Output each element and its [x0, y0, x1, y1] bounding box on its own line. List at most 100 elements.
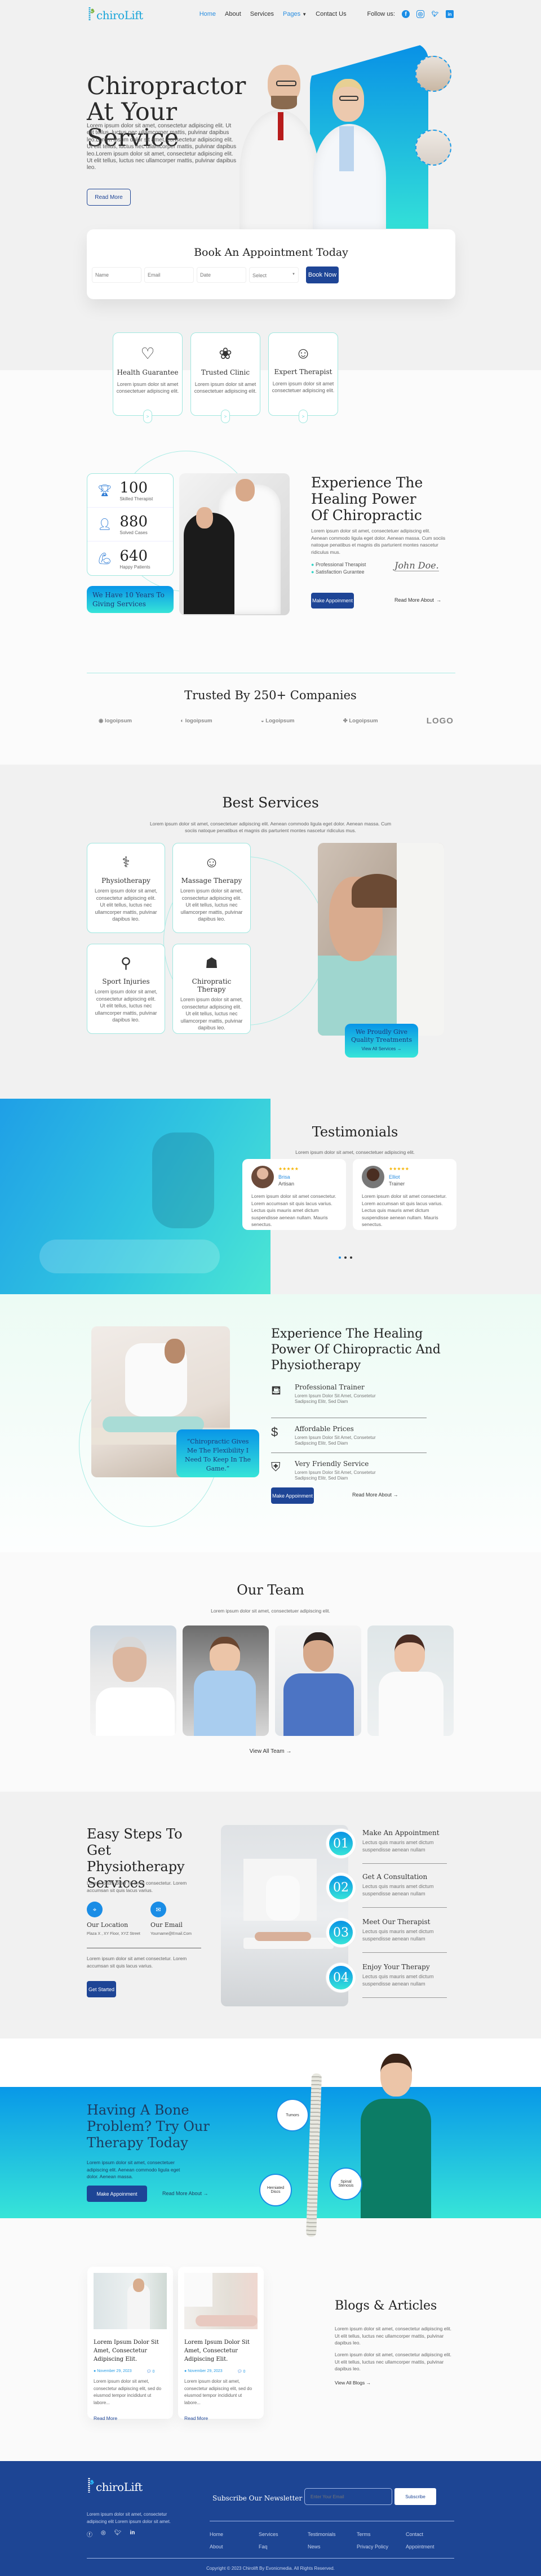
team-member-photo[interactable] — [183, 1625, 269, 1736]
footer-link[interactable]: Privacy Policy — [357, 2544, 406, 2550]
footer-link[interactable]: Terms — [357, 2531, 406, 2537]
divider — [87, 2558, 454, 2559]
money-hand-icon: $ — [271, 1425, 278, 1439]
experience-text: Lorem ipsum dolor sit amet, consectetuer… — [311, 528, 446, 555]
appointment-title: Book An Appointment Today — [194, 246, 348, 259]
reviewer-name: Brisa — [278, 1174, 290, 1180]
reviewer-name: Elliot — [389, 1174, 400, 1180]
nav-services[interactable]: Services — [250, 11, 274, 17]
logo-spine-icon — [88, 2478, 94, 2493]
therapist-team-icon: ☺ — [295, 344, 312, 362]
blog-read-more-link[interactable]: Read More — [94, 2415, 167, 2421]
blog-image — [184, 2273, 258, 2329]
service-select[interactable]: Select ▼ — [249, 267, 299, 283]
service-card[interactable]: ⚕ Physiotherapy Lorem ipsum dolor sit am… — [87, 843, 165, 933]
feature-row: ⛾ Professional Trainer Lorem Ipsum Dolor … — [271, 1383, 427, 1418]
email-input[interactable] — [144, 267, 194, 283]
twitter-icon[interactable]: 🐦︎ — [431, 10, 439, 18]
chevron-down-icon: ▼ — [302, 12, 307, 17]
appointment-form: Book An Appointment Today Select▼ Book N… — [87, 229, 455, 299]
read-more-about-link[interactable]: Read More About → — [352, 1492, 398, 1498]
facebook-icon[interactable]: ⓕ — [87, 2530, 92, 2538]
footer-link[interactable]: Home — [210, 2531, 259, 2537]
service-card[interactable]: ☺ Massage Therapy Lorem ipsum dolor sit … — [172, 843, 251, 933]
blog-cards: Lorem Ipsum Dolor Sit Amet, Consectetur … — [87, 2267, 264, 2421]
facebook-icon[interactable]: f — [402, 10, 410, 18]
get-started-button[interactable]: Get Started — [87, 1981, 116, 1997]
stat-item: 💪︎ 640 Happy Patients — [97, 547, 150, 570]
footer-link[interactable]: Testimonials — [308, 2531, 357, 2537]
footer-link[interactable]: Contact — [406, 2531, 455, 2537]
linkedin-icon[interactable]: in — [130, 2530, 135, 2538]
logo[interactable]: chiroLift — [87, 6, 143, 22]
linkedin-icon[interactable]: in — [446, 10, 454, 18]
footer-link[interactable]: Faq — [259, 2544, 308, 2550]
chiropractic-icon: ☗ — [205, 954, 219, 971]
service-card[interactable]: ⚲ Sport Injuries Lorem ipsum dolor sit a… — [87, 944, 165, 1034]
envelope-icon: ✉ — [150, 1902, 166, 1917]
step-item: 03 Meet Our Therapist Lectus quis mauris … — [326, 1915, 462, 1960]
make-appointment-button[interactable]: Make Appoinment — [87, 2186, 147, 2202]
footer-link[interactable]: Services — [259, 2531, 308, 2537]
blog-title[interactable]: Lorem Ipsum Dolor Sit Amet, Consectetur … — [184, 2338, 258, 2364]
read-more-button[interactable]: Read More — [87, 189, 131, 206]
view-all-services-link[interactable]: View All Services → — [345, 1046, 418, 1051]
services-title: Best Services — [222, 794, 319, 811]
services-subtitle: Lorem ipsum dolor sit amet, consectetuer… — [149, 821, 392, 833]
services-grid: ⚕ Physiotherapy Lorem ipsum dolor sit am… — [87, 843, 251, 1034]
years-badge: We Have 10 Years To Giving Services — [87, 586, 174, 613]
follow-us: Follow us: f ◎ 🐦︎ in — [367, 10, 454, 18]
team-member-photo[interactable] — [90, 1625, 176, 1736]
newsletter-email-input[interactable] — [304, 2488, 392, 2505]
twitter-icon[interactable]: 🐦︎ — [114, 2530, 122, 2538]
logo-spine-icon — [88, 7, 95, 21]
make-appointment-button[interactable]: Make Appoinment — [271, 1487, 314, 1504]
arrow-right-icon: → — [436, 597, 442, 603]
carousel-dot[interactable] — [344, 1256, 347, 1259]
name-input[interactable] — [92, 267, 141, 283]
service-card[interactable]: ☗ Chiropratic Therapy Lorem ipsum dolor … — [172, 944, 251, 1034]
patient-icon: 👤︎ — [97, 518, 112, 531]
feature-arrow-button[interactable]: > — [143, 410, 152, 423]
footer-link[interactable]: News — [308, 2544, 357, 2550]
nav-home[interactable]: Home — [199, 11, 216, 17]
subscribe-button[interactable]: Subscribe — [394, 2488, 436, 2505]
nav-contact[interactable]: Contact Us — [316, 11, 346, 17]
footer-link[interactable]: About — [210, 2544, 259, 2550]
book-now-button[interactable]: Book Now — [306, 267, 339, 283]
make-appointment-button[interactable]: Make Appoinment — [311, 593, 354, 609]
feature-arrow-button[interactable]: > — [299, 410, 308, 423]
view-all-team-link[interactable]: View All Team → — [0, 1748, 541, 1755]
step-item: 01 Make An Appointment Lectus quis mauris… — [326, 1829, 462, 1869]
blog-image — [94, 2273, 167, 2329]
hero-text: Lorem ipsum dolor sit amet, consectetur … — [87, 123, 237, 171]
hero-thumb-consultation — [415, 56, 451, 92]
blog-title[interactable]: Lorem Ipsum Dolor Sit Amet, Consectetur … — [94, 2338, 167, 2364]
team-member-photo[interactable] — [275, 1625, 361, 1736]
nav-pages[interactable]: Pages ▼ — [283, 11, 307, 17]
carousel-dot-active[interactable] — [339, 1256, 341, 1259]
blog-date: ● November 29, 2023 — [94, 2369, 132, 2373]
view-all-blogs-link[interactable]: View All Blogs → — [335, 2380, 371, 2386]
footer-link[interactable]: Appointment — [406, 2544, 455, 2550]
massage-table-icon: ⛾ — [271, 1383, 281, 1397]
stats-card: 🏆︎ 100 Skilled Therapist 👤︎ 880 Solved Cas… — [87, 473, 174, 576]
company-logo: ◒ Logoipsum — [260, 718, 295, 724]
instagram-icon[interactable]: ◎ — [101, 2530, 106, 2538]
footer-logo[interactable]: chiroLift — [87, 2477, 143, 2494]
quote-badge: “Chiropractic Gives Me The Flexibility I… — [176, 1429, 259, 1477]
experience2-title: Experience The Healing Power Of Chiropra… — [271, 1327, 441, 1373]
read-more-about-link[interactable]: Read More About → — [162, 2191, 209, 2196]
date-input[interactable] — [197, 267, 246, 283]
blog-card: Lorem Ipsum Dolor Sit Amet, Consectetur … — [178, 2267, 264, 2421]
carousel-dot[interactable] — [350, 1256, 352, 1259]
nav-about[interactable]: About — [225, 11, 241, 17]
feature-arrow-button[interactable]: > — [221, 410, 230, 423]
testimonials-title: Testimonials — [312, 1124, 398, 1140]
team-member-photo[interactable] — [367, 1625, 454, 1736]
instagram-icon[interactable]: ◎ — [416, 10, 424, 18]
avatar — [362, 1166, 384, 1188]
blog-read-more-link[interactable]: Read More — [184, 2415, 258, 2421]
read-more-about-link[interactable]: Read More About → — [394, 597, 441, 603]
cta-below-bg — [0, 2218, 541, 2461]
